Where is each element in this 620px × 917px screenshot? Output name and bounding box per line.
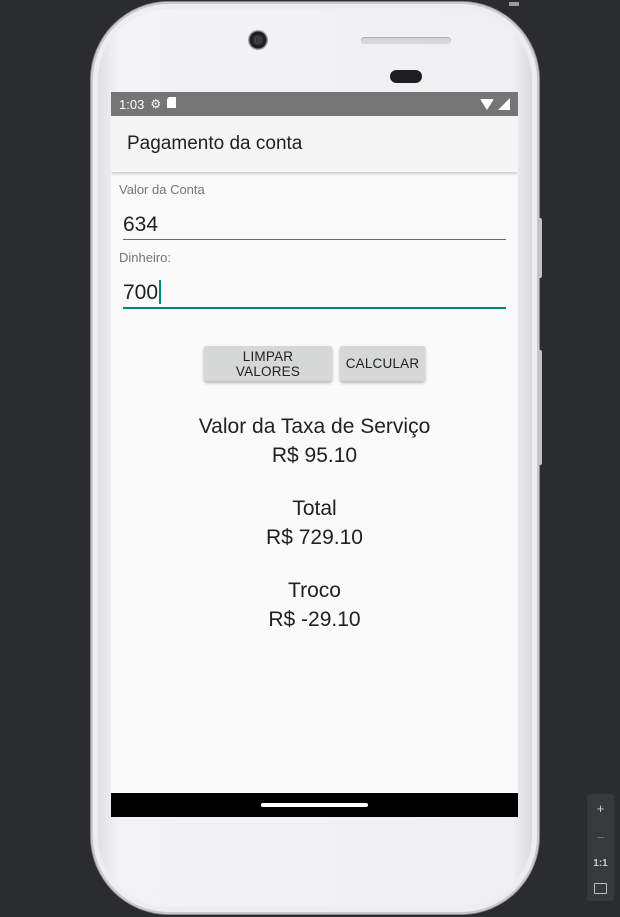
change-label: Troco [288,579,341,602]
wifi-icon [480,98,494,110]
cash-label: Dinheiro: [119,250,172,265]
cash-input-underline [123,307,506,309]
actual-size-button[interactable]: 1:1 [587,858,614,869]
change-value: R$ -29.10 [268,608,361,631]
clear-values-button[interactable]: LIMPAR VALORES [204,346,332,381]
fit-to-screen-icon[interactable] [594,883,607,895]
earpiece-speaker [361,37,451,44]
emulator-zoom-controls: + − 1:1 [587,794,614,901]
zoom-in-button[interactable]: + [587,801,614,816]
front-camera [248,30,268,50]
proximity-sensor [390,70,422,83]
bill-amount-underline [123,239,506,240]
page-title: Pagamento da conta [127,133,303,154]
sd-card-icon [167,97,177,111]
bill-amount-input[interactable] [123,209,506,241]
app-bar: Pagamento da conta [111,116,518,172]
service-fee-label: Valor da Taxa de Serviço [198,415,431,438]
total-value: R$ 729.10 [266,526,363,549]
volume-button[interactable] [538,218,542,278]
calculate-button[interactable]: CALCULAR [340,346,425,381]
status-bar: 1:03 ⚙ [111,92,518,116]
power-button[interactable] [538,350,542,465]
device-top-detail [509,2,519,6]
status-time: 1:03 [119,96,145,112]
zoom-out-button[interactable]: − [587,830,614,845]
service-fee-value: R$ 95.10 [271,444,358,467]
signal-icon [498,98,510,110]
cash-input[interactable] [123,277,506,309]
device-screen: 1:03 ⚙ Pagamento da conta Valor da Conta… [111,92,518,817]
button-row: LIMPAR VALORES CALCULAR [111,346,518,381]
text-cursor [159,280,161,304]
settings-icon: ⚙ [150,97,162,111]
navigation-bar [111,793,518,817]
bill-amount-label: Valor da Conta [119,182,205,197]
total-label: Total [292,497,337,520]
home-gesture-pill[interactable] [261,803,368,807]
